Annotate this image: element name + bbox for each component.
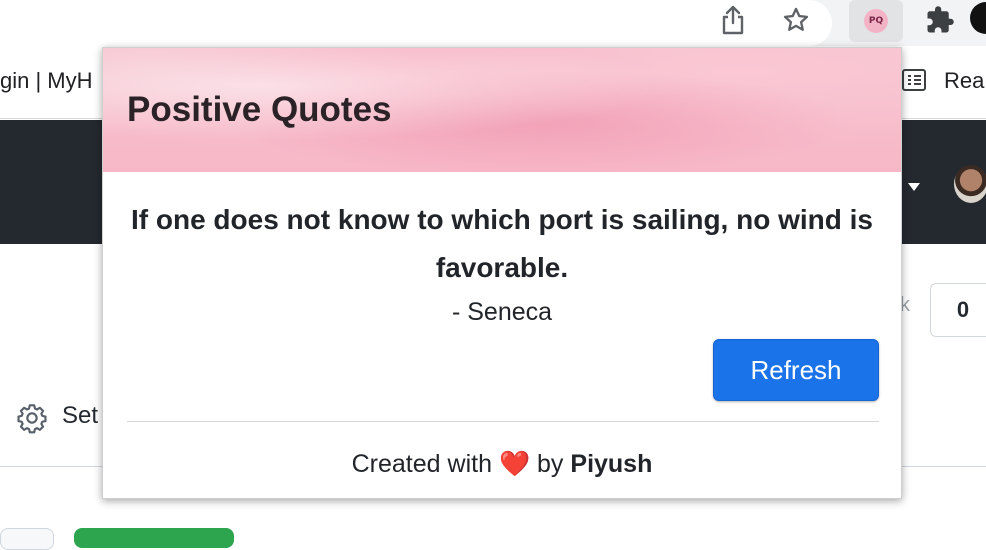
user-avatar[interactable] — [954, 165, 986, 203]
footer-author-name: Piyush — [570, 450, 653, 478]
refresh-button[interactable]: Refresh — [713, 339, 879, 401]
extension-popup: Positive Quotes If one does not know to … — [102, 47, 902, 499]
heart-icon: ❤️ — [498, 450, 531, 478]
popup-divider — [127, 421, 879, 422]
counter-badge[interactable]: 0 — [930, 283, 986, 337]
footer-by: by — [537, 450, 564, 478]
settings-tab-label[interactable]: Set — [62, 402, 98, 430]
primary-green-button[interactable] — [74, 528, 234, 548]
quote-author: - Seneca — [451, 298, 553, 326]
address-bar[interactable] — [0, 0, 832, 46]
pq-icon: PQ — [864, 9, 888, 33]
share-icon[interactable] — [712, 0, 754, 40]
reading-list-label[interactable]: Rea — [944, 68, 984, 94]
reading-list-icon[interactable] — [900, 66, 928, 99]
browser-toolbar: PQ — [0, 0, 986, 46]
footer-prefix: Created with — [351, 450, 492, 478]
extensions-puzzle-icon[interactable] — [918, 0, 962, 40]
secondary-button[interactable] — [0, 528, 54, 550]
profile-avatar[interactable] — [970, 2, 986, 34]
bookmark-item[interactable]: gin | MyH — [0, 68, 93, 94]
popup-header: Positive Quotes — [103, 48, 901, 172]
bookmark-star-icon[interactable] — [775, 0, 817, 40]
caret-down-icon[interactable] — [906, 180, 922, 198]
gear-icon[interactable] — [16, 402, 48, 439]
popup-title: Positive Quotes — [127, 90, 392, 129]
popup-footer: Created with ❤️ by Piyush — [103, 450, 901, 479]
quote-text: If one does not know to which port is sa… — [130, 204, 873, 283]
positive-quotes-extension-button[interactable]: PQ — [849, 0, 903, 42]
